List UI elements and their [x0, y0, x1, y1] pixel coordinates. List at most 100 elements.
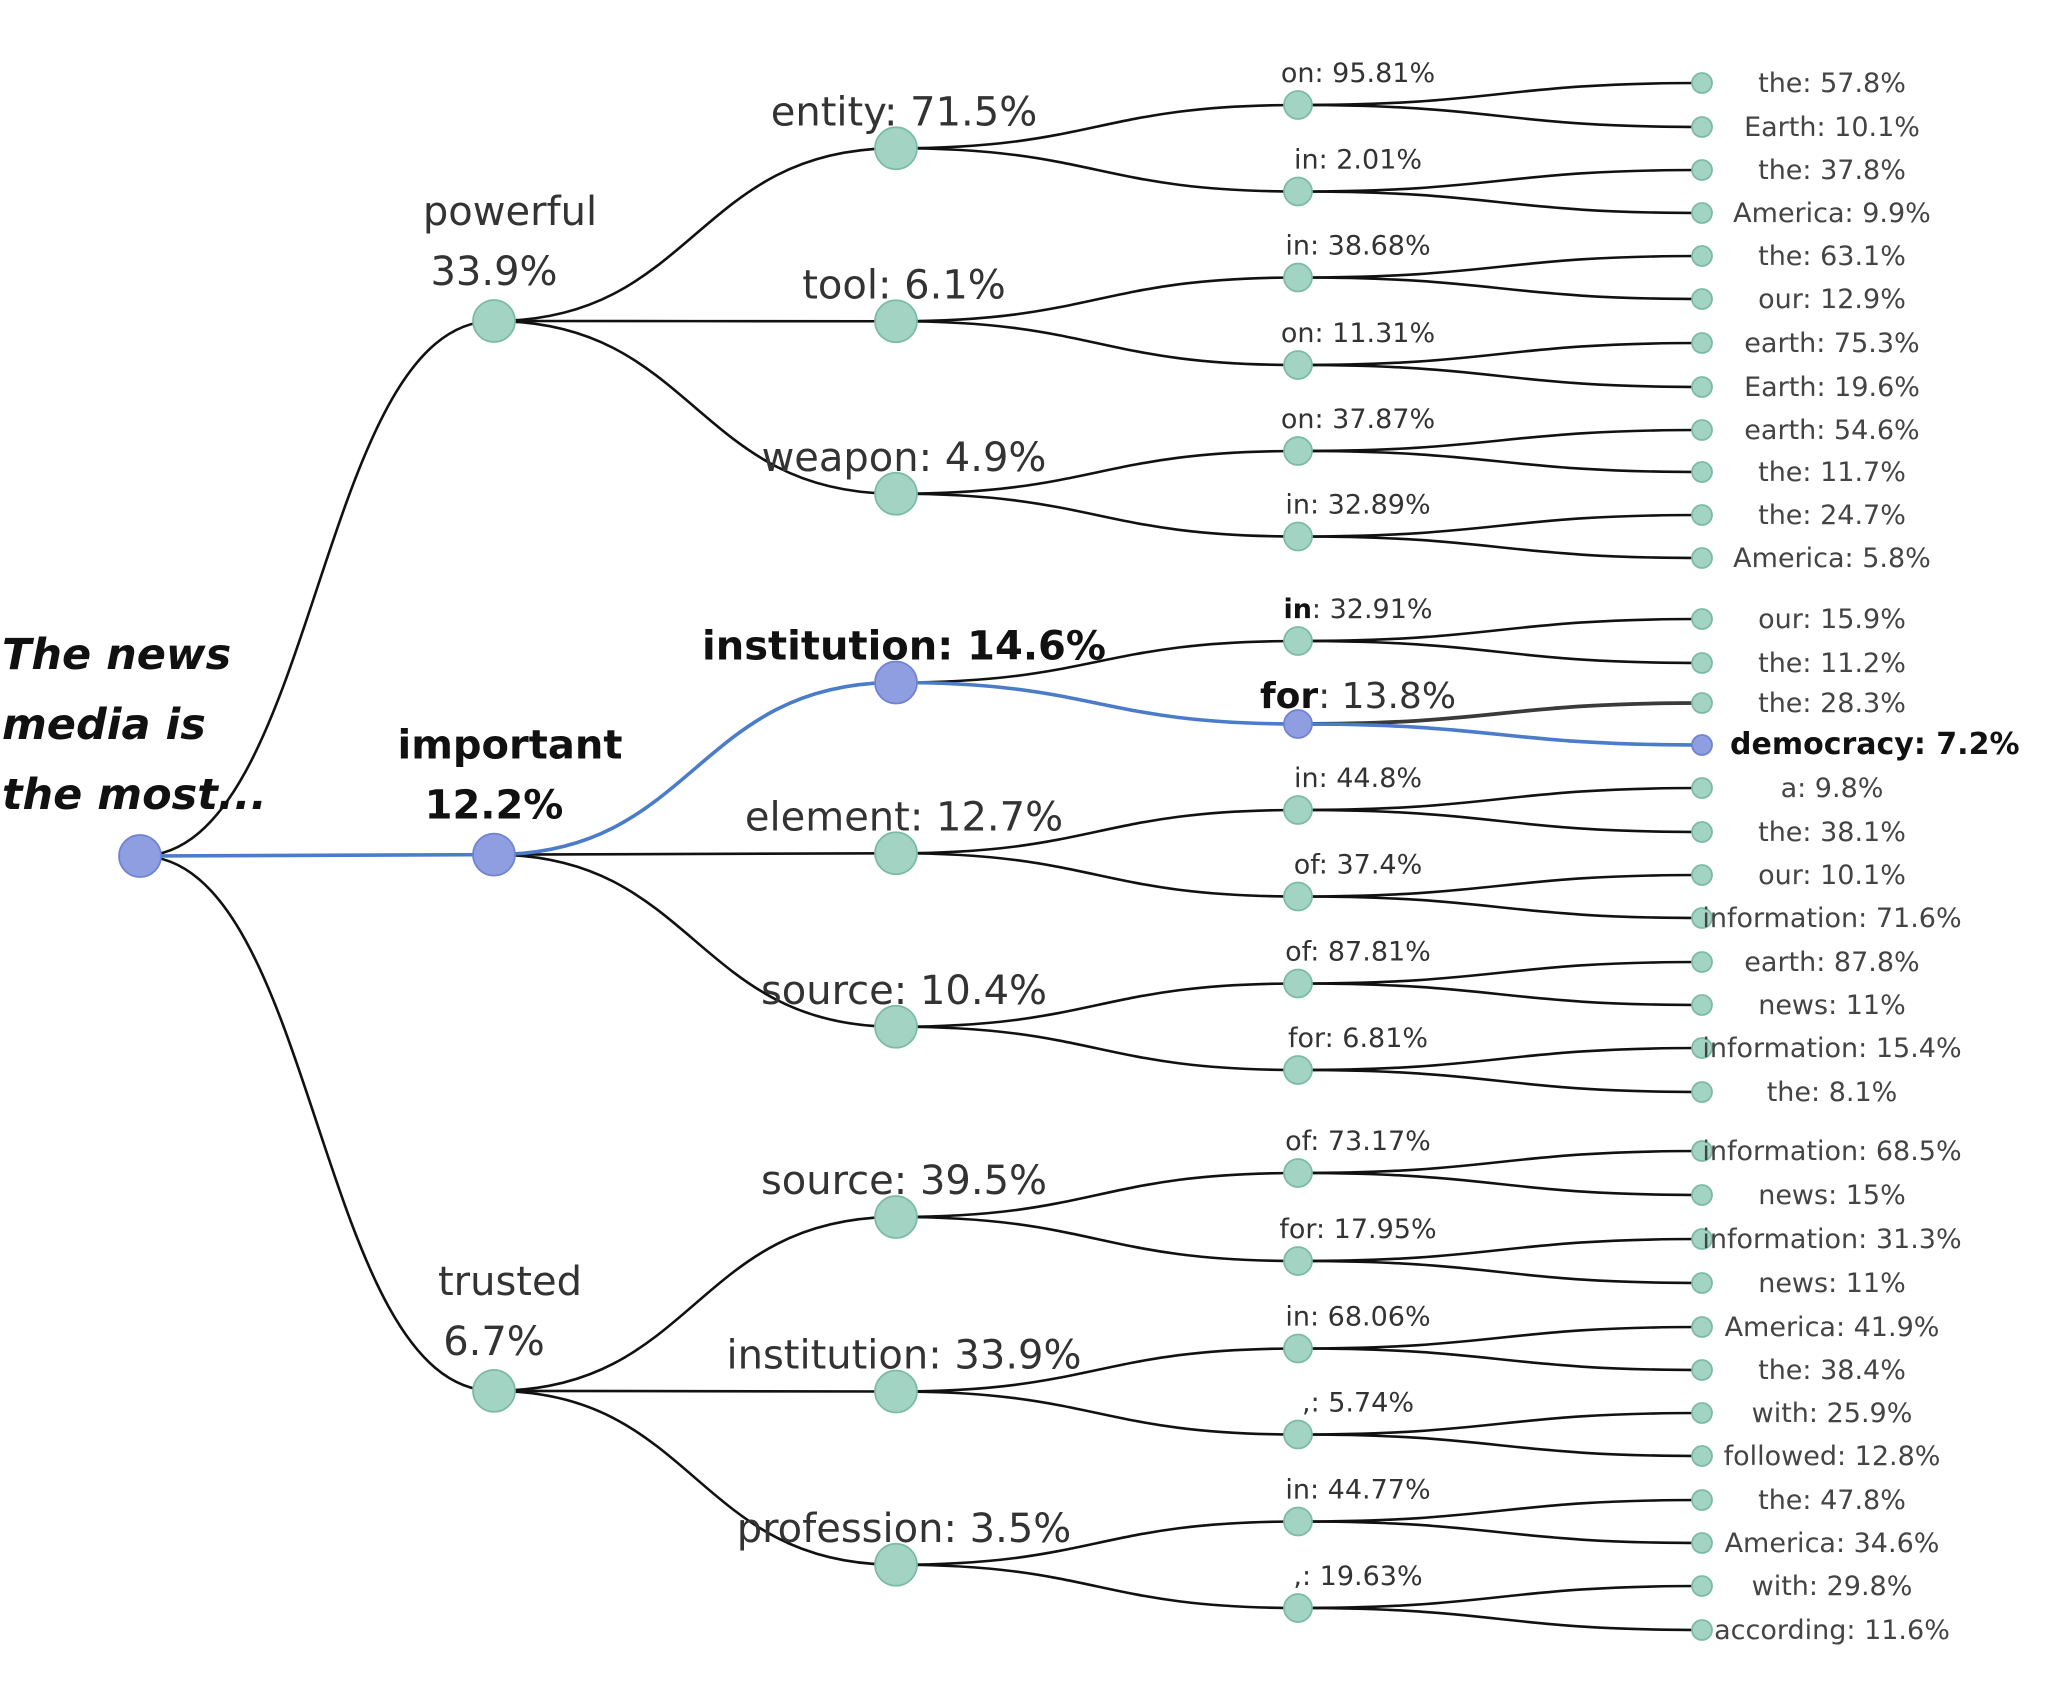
node-level-4: [1691, 245, 1713, 267]
node-level-4: [1691, 1081, 1713, 1103]
level3-label: for: 13.8%: [1260, 676, 1456, 717]
edge-2-3: [895, 146, 1299, 193]
node-level-4: [1691, 1532, 1713, 1554]
node-level-4: [1691, 419, 1713, 441]
level3-label: of: 37.4%: [1294, 850, 1423, 881]
node-level-4: [1691, 1184, 1713, 1206]
node-level-3: [1283, 1246, 1313, 1276]
node-level-4: [1691, 376, 1713, 398]
node-level-4: [1691, 1359, 1713, 1381]
level2-label: source: 10.4%: [761, 968, 1047, 1014]
node-level-4: [1691, 1402, 1713, 1424]
edge-2-3: [895, 1390, 1299, 1436]
level3-label: ,: 19.63%: [1293, 1561, 1422, 1592]
node-level-3: [1283, 626, 1313, 656]
edge-2-3: [895, 680, 1299, 726]
node-level-3: [1283, 1055, 1313, 1085]
node-level-4: [1691, 652, 1713, 674]
node-level-4: [1691, 202, 1713, 224]
level4-label: news: 15%: [1758, 1180, 1906, 1211]
edge-3-4: [1297, 1347, 1703, 1372]
node-level-4: [1691, 1445, 1713, 1467]
level3-label: for: 17.95%: [1279, 1214, 1436, 1245]
edge-3-4: [1297, 449, 1703, 474]
level4-label: with: 25.9%: [1752, 1398, 1913, 1429]
level4-label: the: 24.7%: [1758, 500, 1906, 531]
level3-label: in: 2.01%: [1294, 145, 1422, 176]
level4-label: news: 11%: [1758, 990, 1906, 1021]
node-level-3: [1283, 1593, 1313, 1623]
level1-prob: 33.9%: [430, 249, 557, 295]
level4-label: with: 29.8%: [1752, 1571, 1913, 1602]
level3-label: on: 37.87%: [1281, 404, 1435, 435]
level3-label: for: 6.81%: [1288, 1023, 1428, 1054]
level4-label: the: 38.1%: [1758, 817, 1906, 848]
edge-3-4: [1297, 1520, 1703, 1545]
edge-3-4: [1297, 276, 1703, 301]
edge-3-4: [1297, 895, 1703, 920]
level4-label: followed: 12.8%: [1724, 1441, 1941, 1472]
edge-3-4: [1297, 1606, 1703, 1632]
probability-tree: The news media is the most... powerful 33.9%…: [2, 58, 2020, 1646]
edge-2-3: [895, 1215, 1299, 1263]
level2-label: profession: 3.5%: [737, 1506, 1072, 1552]
level3-label: in: 32.91%: [1283, 594, 1432, 625]
node-level-3: [1283, 436, 1313, 466]
edge-1-2: [493, 1389, 897, 1393]
level4-label: Earth: 19.6%: [1744, 372, 1920, 403]
level3-label: of: 73.17%: [1285, 1126, 1431, 1157]
edge-2-3: [895, 851, 1299, 898]
level4-label: our: 10.1%: [1758, 860, 1906, 891]
level2-label: source: 39.5%: [761, 1158, 1047, 1204]
node-level-4: [1691, 461, 1713, 483]
node-level-3: [1283, 881, 1313, 912]
level4-label: the: 47.8%: [1758, 1485, 1906, 1516]
level3-label: in: 38.68%: [1285, 231, 1430, 262]
edge-3-4: [1297, 808, 1703, 834]
level4-label: according: 11.6%: [1714, 1615, 1950, 1646]
level4-label: our: 12.9%: [1758, 284, 1906, 315]
tree-edges: [139, 81, 1703, 1632]
node-level-4: [1691, 1489, 1713, 1511]
edge-3-4: [1297, 639, 1703, 665]
level4-label: earth: 75.3%: [1744, 328, 1919, 359]
edge-0-1: [139, 852, 495, 858]
level4-label: the: 63.1%: [1758, 241, 1906, 272]
level4-label: information: 71.6%: [1702, 903, 1961, 934]
level4-label: information: 15.4%: [1702, 1033, 1961, 1064]
node-level-3: [1283, 262, 1313, 293]
level3-label: on: 95.81%: [1281, 58, 1435, 89]
edge-3-4: [1297, 1259, 1703, 1285]
level3-label: of: 87.81%: [1285, 937, 1431, 968]
node-level-4: [1691, 547, 1713, 569]
edge-2-3: [895, 1025, 1299, 1072]
node-level-4: [1691, 72, 1713, 94]
level4-label: the: 28.3%: [1758, 688, 1906, 719]
node-level-4: [1691, 116, 1713, 138]
node-level-4: [1691, 994, 1713, 1016]
level4-label: America: 34.6%: [1725, 1528, 1940, 1559]
node-level-1: [472, 1368, 516, 1413]
level2-label: institution: 14.6%: [702, 624, 1106, 670]
edge-3-4: [1297, 722, 1703, 747]
node-level-3: [1283, 90, 1313, 120]
level4-label: America: 41.9%: [1725, 1312, 1940, 1343]
level4-label: the: 11.2%: [1758, 648, 1906, 679]
level3-label: in: 68.06%: [1285, 1302, 1430, 1333]
node-level-1: [472, 832, 516, 877]
level4-label: a: 9.8%: [1781, 773, 1884, 804]
level2-label: tool: 6.1%: [802, 262, 1006, 308]
level1-word: powerful: [423, 189, 597, 235]
level4-label: earth: 87.8%: [1744, 947, 1919, 978]
level3-label: in: 44.77%: [1285, 1475, 1430, 1506]
node-level-4: [1691, 821, 1713, 843]
level4-label: Earth: 10.1%: [1744, 112, 1920, 143]
level4-label: the: 11.7%: [1758, 457, 1906, 488]
level1-prob: 12.2%: [425, 783, 564, 829]
tree-labels: The news media is the most... powerful 33.9%…: [2, 58, 2020, 1646]
node-level-4: [1691, 734, 1713, 756]
level1-prob: 6.7%: [443, 1319, 545, 1365]
level4-label: the: 37.8%: [1758, 155, 1906, 186]
level4-label: news: 11%: [1758, 1268, 1906, 1299]
level4-label: the: 38.4%: [1758, 1355, 1906, 1386]
